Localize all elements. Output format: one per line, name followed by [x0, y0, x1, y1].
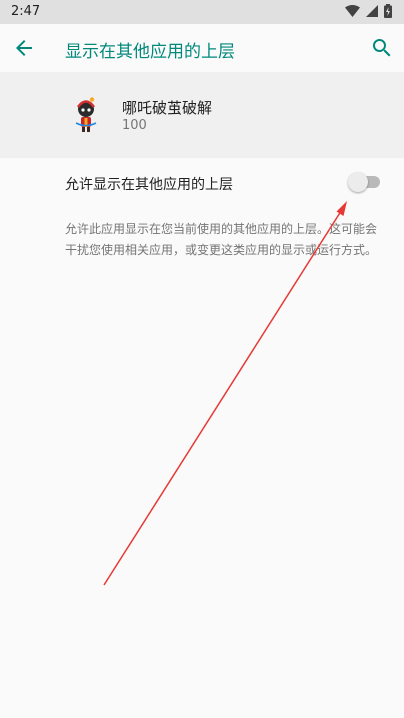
status-icons: [345, 4, 392, 18]
app-header: 哪吒破茧破解 100: [0, 72, 404, 158]
overlay-permission-setting[interactable]: 允许显示在其他应用的上层: [0, 158, 404, 206]
battery-charging-icon: [384, 4, 392, 18]
toggle-thumb: [348, 172, 368, 192]
signal-icon: [366, 5, 378, 17]
setting-description: 允许此应用显示在您当前使用的其他应用的上层。这可能会干扰您使用相关应用，或变更这…: [65, 222, 378, 257]
back-button[interactable]: [12, 36, 36, 60]
overlay-permission-toggle[interactable]: [348, 171, 382, 193]
app-name: 哪吒破茧破解: [122, 99, 213, 117]
arrow-back-icon: [16, 40, 32, 56]
setting-label: 允许显示在其他应用的上层: [65, 177, 233, 193]
wifi-icon: [345, 5, 360, 17]
search-button[interactable]: [370, 36, 394, 60]
app-bar: 显示在其他应用的上层: [0, 24, 404, 72]
status-time: 2:47: [11, 4, 41, 19]
status-bar: 2:47: [0, 0, 404, 24]
search-icon: [373, 39, 391, 57]
page-title: 显示在其他应用的上层: [65, 42, 235, 62]
app-icon: [72, 97, 100, 133]
app-version: 100: [122, 118, 147, 133]
